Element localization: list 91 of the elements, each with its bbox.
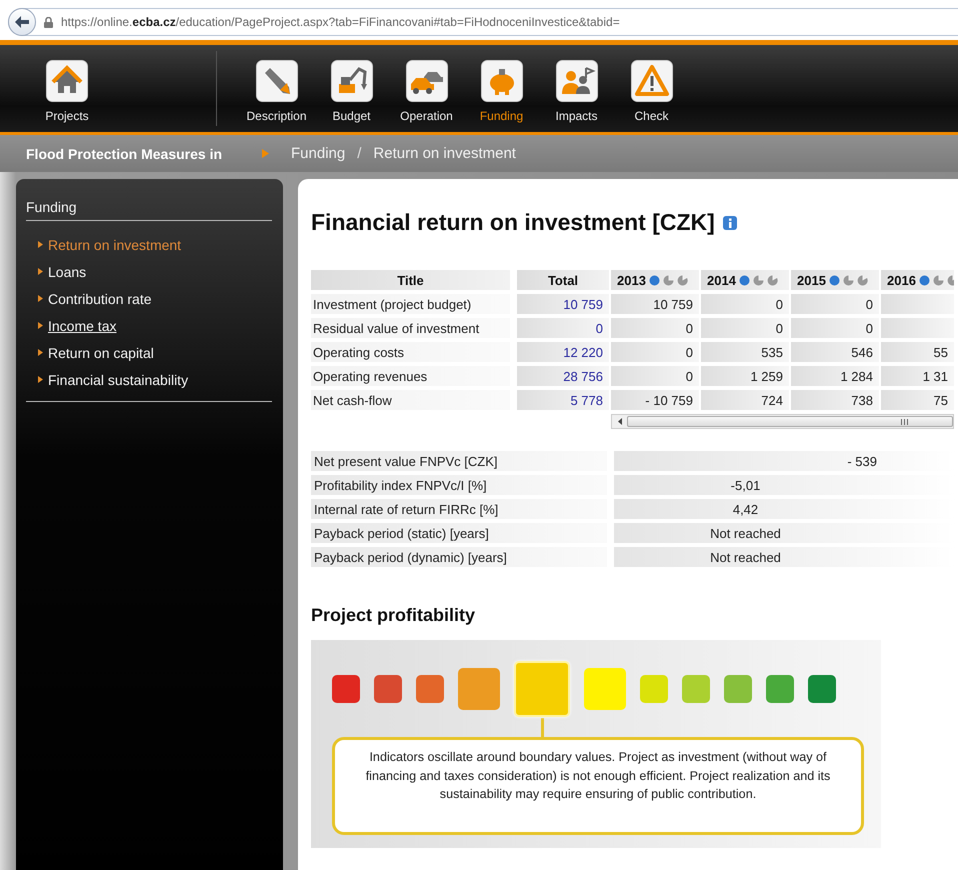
column-header: Title (311, 270, 510, 290)
grip-icon (901, 418, 908, 424)
indicator-label: Payback period (static) [years] (311, 523, 607, 543)
table-cell: 75 (881, 390, 954, 410)
column-header: 2014 (701, 270, 789, 290)
table-cell: 0 (791, 294, 879, 314)
row-title: Net cash-flow (311, 390, 510, 410)
total-cell[interactable]: 28 756 (517, 366, 609, 386)
column-header: Total (517, 270, 609, 290)
circle-icon[interactable] (738, 274, 750, 286)
total-cell[interactable]: 12 220 (517, 342, 609, 362)
leader-line (540, 718, 544, 737)
sidebar-item[interactable]: Return on capital (26, 339, 272, 366)
pie-chart-icon[interactable] (676, 274, 688, 286)
pie-chart-icon[interactable] (662, 274, 674, 286)
pencil-icon (256, 60, 298, 102)
table-cell: 0 (701, 318, 789, 338)
indicator-label: Net present value FNPVc [CZK] (311, 451, 607, 471)
table-cell: 0 (791, 318, 879, 338)
sidebar-heading: Funding (26, 199, 272, 221)
pie-chart-icon[interactable] (856, 274, 868, 286)
people-icon (556, 60, 598, 102)
project-name: Flood Protection Measures in (25, 146, 224, 162)
left-arrow-icon[interactable] (618, 418, 622, 425)
sidebar-item[interactable]: Loans (26, 258, 272, 285)
table-cell: - 10 759 (611, 390, 699, 410)
home-icon (46, 60, 88, 102)
bullet-icon (38, 241, 43, 248)
warning-icon (630, 60, 672, 102)
table-cell: 0 (611, 342, 699, 362)
nav-button[interactable]: Description (239, 45, 314, 123)
total-cell[interactable]: 10 759 (517, 294, 609, 314)
assessment-message: Indicators oscillate around boundary values. Project as investment (without way of financing and taxes consideration) is not enough efficient. Project realization and its sustainability may require ensuring of public contribution. (332, 737, 864, 834)
nav-button[interactable]: Impacts (539, 45, 614, 123)
table-cell: 535 (701, 342, 789, 362)
row-title: Investment (project budget) (311, 294, 510, 314)
pie-chart-icon[interactable] (752, 274, 764, 286)
bullet-icon (38, 268, 43, 275)
nav-button[interactable]: Check (614, 45, 689, 123)
table-cell: 1 259 (701, 366, 789, 386)
circle-icon[interactable] (828, 274, 840, 286)
total-cell[interactable]: 0 (517, 318, 609, 338)
total-cell[interactable]: 5 778 (517, 390, 609, 410)
pie-chart-icon[interactable] (842, 274, 854, 286)
section-heading: Project profitability (311, 605, 476, 626)
row-title: Operating revenues (311, 366, 510, 386)
indicator-label: Payback period (dynamic) [years] (311, 547, 607, 567)
table-cell: 55 (881, 342, 954, 362)
table-cell: 10 759 (611, 294, 699, 314)
bullet-icon (38, 376, 43, 383)
row-title: Residual value of investment (311, 318, 510, 338)
sidebar-item[interactable]: Income tax (26, 312, 272, 339)
nav-button[interactable]: Funding (464, 45, 539, 123)
back-button[interactable] (8, 8, 36, 36)
horizontal-scrollbar[interactable] (611, 414, 954, 429)
nav-button[interactable]: Projects (38, 45, 96, 123)
indicator-label: Internal rate of return FIRRc [%] (311, 499, 607, 519)
sidebar-item[interactable]: Financial sustainability (26, 366, 272, 393)
table-cell: 0 (611, 366, 699, 386)
breadcrumb-separator: / (357, 145, 362, 162)
sidebar-item[interactable]: Return on investment (26, 231, 272, 258)
cars-icon (406, 60, 448, 102)
pie-chart-icon[interactable] (766, 274, 778, 286)
table-cell: 738 (791, 390, 879, 410)
circle-icon[interactable] (918, 274, 930, 286)
table-cell: 546 (791, 342, 879, 362)
table-cell: 0 (701, 294, 789, 314)
nav-button[interactable]: Operation (389, 45, 464, 123)
table-cell: 1 284 (791, 366, 879, 386)
bullet-icon (38, 322, 43, 329)
column-header: 2013 (611, 270, 699, 290)
info-icon[interactable] (722, 216, 737, 230)
circle-icon[interactable] (648, 274, 660, 286)
excavator-icon (330, 60, 372, 102)
back-arrow-icon (15, 16, 29, 28)
row-title: Operating costs (311, 342, 510, 362)
bullet-icon (38, 349, 43, 356)
page-title: Financial return on investment [CZK] (311, 209, 715, 236)
bullet-icon (38, 295, 43, 302)
table-cell: 0 (611, 318, 699, 338)
piggy-bank-icon (480, 60, 522, 102)
table-cell: 1 31 (881, 366, 954, 386)
column-header: 2016 (881, 270, 954, 290)
nav-button[interactable]: Budget (314, 45, 389, 123)
indicator-label: Profitability index FNPVc/I [%] (311, 475, 607, 495)
lock-icon (44, 16, 53, 28)
column-header: 2015 (791, 270, 879, 290)
triangle-icon (262, 149, 269, 158)
pie-chart-icon[interactable] (932, 274, 944, 286)
sidebar-item[interactable]: Contribution rate (26, 285, 272, 312)
table-cell: 724 (701, 390, 789, 410)
